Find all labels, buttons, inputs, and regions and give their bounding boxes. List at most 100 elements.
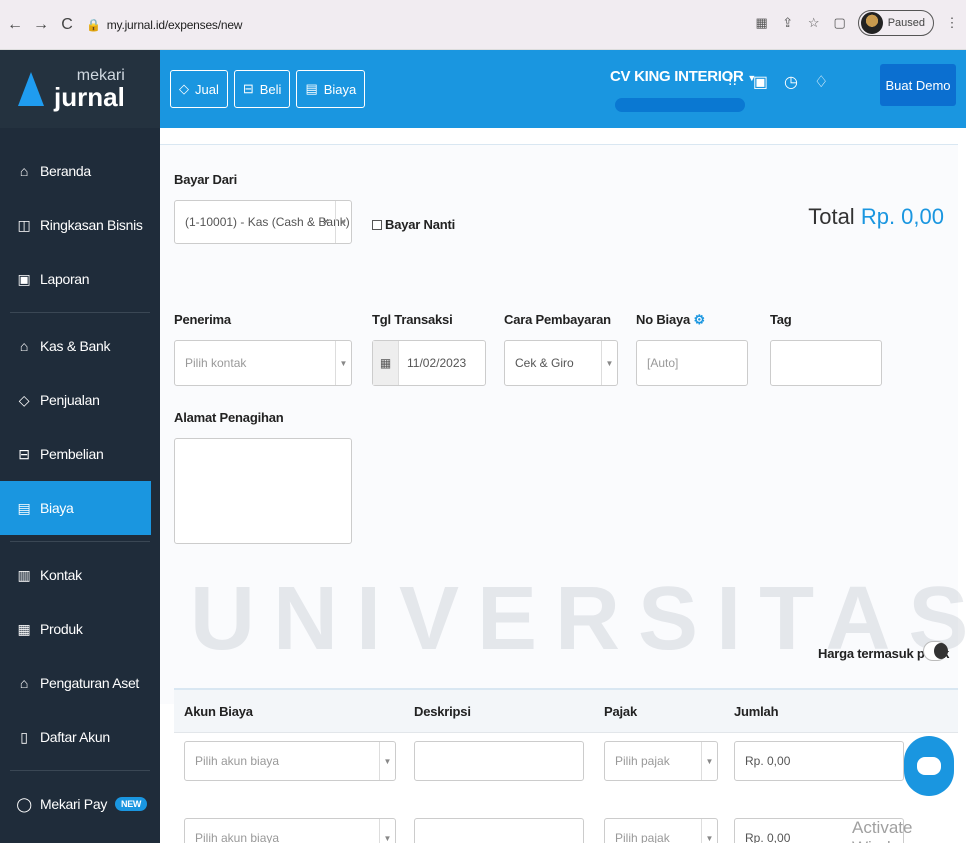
- company-name: CV KING INTERIOR: [610, 68, 744, 85]
- window-icon[interactable]: ▢: [832, 15, 848, 31]
- no-biaya-placeholder: [Auto]: [647, 356, 679, 370]
- sidebar-item-produk[interactable]: ▦ Produk: [0, 602, 160, 656]
- sidebar-item-beranda[interactable]: ⌂ Beranda: [0, 144, 160, 198]
- translate-icon[interactable]: ▦: [754, 15, 770, 31]
- deskripsi-textarea[interactable]: [414, 741, 584, 781]
- col-akun-biaya: Akun Biaya: [184, 704, 253, 719]
- pajak-select[interactable]: Pilih pajak ▼: [604, 741, 718, 781]
- lock-icon: 🔒: [86, 17, 101, 32]
- url-text: my.jurnal.id/expenses/new: [106, 17, 243, 32]
- main-content: UNIVERSITAS Bayar Dari (1-10001) - Kas (…: [160, 128, 966, 843]
- bayar-dari-select[interactable]: (1-10001) - Kas (Cash & Bank) × ▼: [174, 200, 352, 244]
- pajak-placeholder: Pilih pajak: [615, 831, 670, 843]
- sidebar-item-label: Biaya: [40, 500, 74, 516]
- reload-icon[interactable]: C: [56, 14, 78, 36]
- sidebar-item-pembelian[interactable]: ⊟ Pembelian: [0, 427, 160, 481]
- sidebar-divider: [10, 541, 150, 542]
- paused-label: Paused: [887, 17, 925, 29]
- brand-big: jurnal: [54, 82, 125, 112]
- sidebar-item-daftar-akun[interactable]: ▯ Daftar Akun: [0, 710, 160, 764]
- report-icon: ▣: [17, 270, 31, 287]
- notes-icon[interactable]: ▣: [753, 72, 768, 92]
- sidebar-divider: [10, 312, 150, 313]
- jumlah-input[interactable]: Rp. 0,00: [734, 741, 904, 781]
- buat-demo-button[interactable]: Buat Demo: [880, 64, 956, 106]
- penerima-label: Penerima: [174, 312, 231, 327]
- pajak-select[interactable]: Pilih pajak ▼: [604, 818, 718, 843]
- sidebar-item-kas-bank[interactable]: ⌂ Kas & Bank: [0, 319, 160, 373]
- chat-icon: [917, 757, 941, 775]
- total-amount: Rp. 0,00: [860, 204, 944, 229]
- akun-biaya-placeholder: Pilih akun biaya: [195, 831, 280, 843]
- brand-logo[interactable]: mekari jurnal: [0, 50, 160, 128]
- menu-icon[interactable]: ⋮: [944, 15, 960, 31]
- jual-label: Jual: [195, 81, 219, 97]
- cara-pembayaran-select[interactable]: Cek & Giro ▼: [504, 340, 618, 386]
- tgl-transaksi-field[interactable]: ▦ 11/02/2023: [372, 340, 486, 386]
- dropdown-arrow-icon: ▼: [379, 742, 395, 780]
- gear-icon[interactable]: ⚙: [693, 312, 705, 327]
- profile-paused-button[interactable]: Paused: [857, 10, 934, 36]
- clock-icon[interactable]: ◷: [784, 72, 798, 92]
- cart-icon: ⊟: [18, 445, 30, 462]
- checkbox-icon[interactable]: [372, 219, 382, 230]
- star-icon[interactable]: ☆: [806, 15, 822, 31]
- alamat-penagihan-textarea[interactable]: [174, 438, 352, 544]
- sidebar-item-label: Daftar Akun: [40, 729, 110, 745]
- table-row: Pilih akun biaya ▼ Pilih pajak ▼ Rp. 0,00: [174, 788, 958, 843]
- asset-icon: ⌂: [19, 675, 29, 691]
- address-bar[interactable]: 🔒 my.jurnal.id/expenses/new: [86, 18, 242, 32]
- sidebar: mekari jurnal ⌂ Beranda ◫ Ringkasan Bisnis…: [0, 50, 160, 843]
- back-icon[interactable]: ←: [4, 14, 26, 36]
- tag-icon: ◇: [18, 391, 30, 408]
- sidebar-item-pengaturan-aset[interactable]: ⌂ Pengaturan Aset: [0, 656, 160, 710]
- harga-termasuk-pajak-toggle[interactable]: [923, 641, 948, 661]
- jual-button[interactable]: ◇ Jual: [170, 70, 228, 108]
- avatar: [860, 12, 883, 34]
- activate-windows-watermark: Activate Windows: [852, 818, 921, 843]
- beli-button[interactable]: ⊟ Beli: [233, 70, 291, 108]
- deskripsi-textarea[interactable]: [414, 818, 584, 843]
- akun-biaya-select[interactable]: Pilih akun biaya ▼: [184, 818, 396, 843]
- no-biaya-label: No Biaya ⚙: [636, 312, 705, 328]
- dropdown-arrow-icon: ▼: [335, 201, 351, 243]
- akun-biaya-select[interactable]: Pilih akun biaya ▼: [184, 741, 396, 781]
- sidebar-item-kontak[interactable]: ▥ Kontak: [0, 548, 160, 602]
- penerima-select[interactable]: Pilih kontak ▼: [174, 340, 352, 386]
- clear-icon[interactable]: ×: [323, 216, 329, 228]
- contact-icon: ▥: [17, 566, 31, 583]
- sidebar-item-label: Kas & Bank: [40, 338, 111, 354]
- cara-pembayaran-label: Cara Pembayaran: [504, 312, 611, 327]
- no-biaya-text: No Biaya: [636, 312, 691, 327]
- share-icon[interactable]: ⇪: [780, 15, 796, 31]
- bell-icon[interactable]: ♢: [814, 72, 828, 92]
- beli-label: Beli: [259, 81, 282, 97]
- sidebar-item-penjualan[interactable]: ◇ Penjualan: [0, 373, 160, 427]
- sidebar-item-label: Beranda: [40, 163, 91, 179]
- sidebar-item-biaya[interactable]: ▤ Biaya: [0, 481, 151, 535]
- cart-icon: ⊟: [242, 81, 254, 96]
- no-biaya-input[interactable]: [Auto]: [636, 340, 748, 386]
- bayar-nanti-checkbox[interactable]: Bayar Nanti: [372, 217, 455, 232]
- tag-input[interactable]: [770, 340, 882, 386]
- calendar-icon[interactable]: ▦: [373, 341, 399, 385]
- sidebar-item-laporan[interactable]: ▣ Laporan: [0, 252, 160, 306]
- chat-button[interactable]: [904, 736, 954, 796]
- biaya-button[interactable]: ▤ Biaya: [296, 70, 366, 108]
- penerima-placeholder: Pilih kontak: [185, 356, 247, 370]
- dropdown-arrow-icon: ▼: [701, 742, 717, 780]
- apps-icon[interactable]: ⁞⁞: [728, 72, 737, 92]
- sidebar-divider: [10, 770, 150, 771]
- forward-icon[interactable]: →: [30, 14, 52, 36]
- bank-icon: ⌂: [19, 338, 29, 354]
- table-row: Pilih akun biaya ▼ Pilih pajak ▼ Rp. 0,00: [174, 732, 958, 781]
- home-icon: ⌂: [19, 163, 29, 179]
- mekari-logo-icon: [18, 72, 44, 106]
- col-pajak: Pajak: [604, 704, 637, 719]
- product-icon: ▦: [17, 620, 31, 637]
- biaya-label: Biaya: [323, 81, 357, 97]
- alamat-penagihan-label: Alamat Penagihan: [174, 410, 284, 425]
- pay-icon: ◯: [16, 795, 32, 812]
- sidebar-item-mekari-pay[interactable]: ◯ Mekari Pay NEW: [0, 777, 160, 831]
- sidebar-item-ringkasan-bisnis[interactable]: ◫ Ringkasan Bisnis: [0, 198, 160, 252]
